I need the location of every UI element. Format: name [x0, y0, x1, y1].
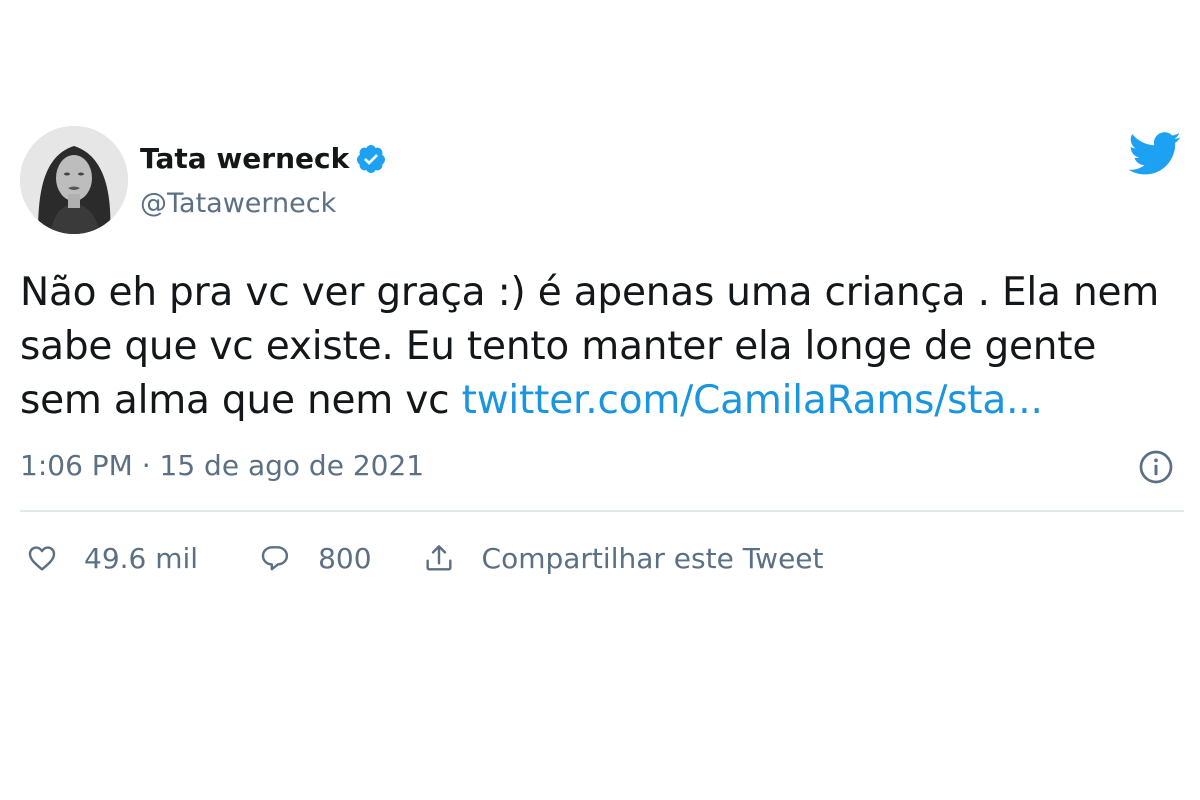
- twitter-bird-icon[interactable]: [1128, 132, 1182, 176]
- tweet-text-segment: sem alma que nem vc: [20, 378, 462, 423]
- like-button[interactable]: 49.6 mil: [26, 542, 198, 575]
- like-count: 49.6 mil: [84, 541, 199, 575]
- author-handle[interactable]: @Tatawerneck: [140, 188, 336, 220]
- reply-bubble-icon: [261, 546, 289, 571]
- tweet-text-line: sabe que vc existe. Eu tento manter ela …: [20, 324, 1097, 369]
- tweet-timestamp[interactable]: 1:06 PM · 15 de ago de 2021: [20, 448, 424, 484]
- tweet-link[interactable]: twitter.com/CamilaRams/sta...: [462, 378, 1043, 423]
- author-name[interactable]: Tata werneck: [140, 142, 349, 176]
- tweet-text: Não eh pra vc ver graça :) é apenas uma …: [20, 266, 1180, 428]
- tweet-text-line: sem alma que nem vc twitter.com/CamilaRa…: [20, 374, 1180, 428]
- avatar[interactable]: [20, 126, 128, 234]
- avatar-photo: [20, 126, 128, 234]
- share-tweet-button[interactable]: Compartilhar este Tweet: [422, 542, 824, 575]
- verified-badge-icon: [357, 145, 386, 173]
- tweet-text-line: Não eh pra vc ver graça :) é apenas uma …: [20, 270, 1160, 315]
- info-icon[interactable]: [1138, 449, 1174, 485]
- author-name-row[interactable]: Tata werneck: [140, 142, 387, 176]
- share-icon: [425, 545, 452, 571]
- reply-count: 800: [318, 541, 372, 575]
- share-label: Compartilhar este Tweet: [481, 541, 824, 575]
- reply-button[interactable]: 800: [258, 541, 372, 575]
- divider: [20, 510, 1184, 512]
- tweet-card: Tata werneck @Tatawerneck Não eh pra vc …: [0, 0, 1200, 800]
- heart-icon: [28, 546, 56, 571]
- tweet-actions: 49.6 mil 800 Compartilhar este Tweet: [20, 538, 824, 578]
